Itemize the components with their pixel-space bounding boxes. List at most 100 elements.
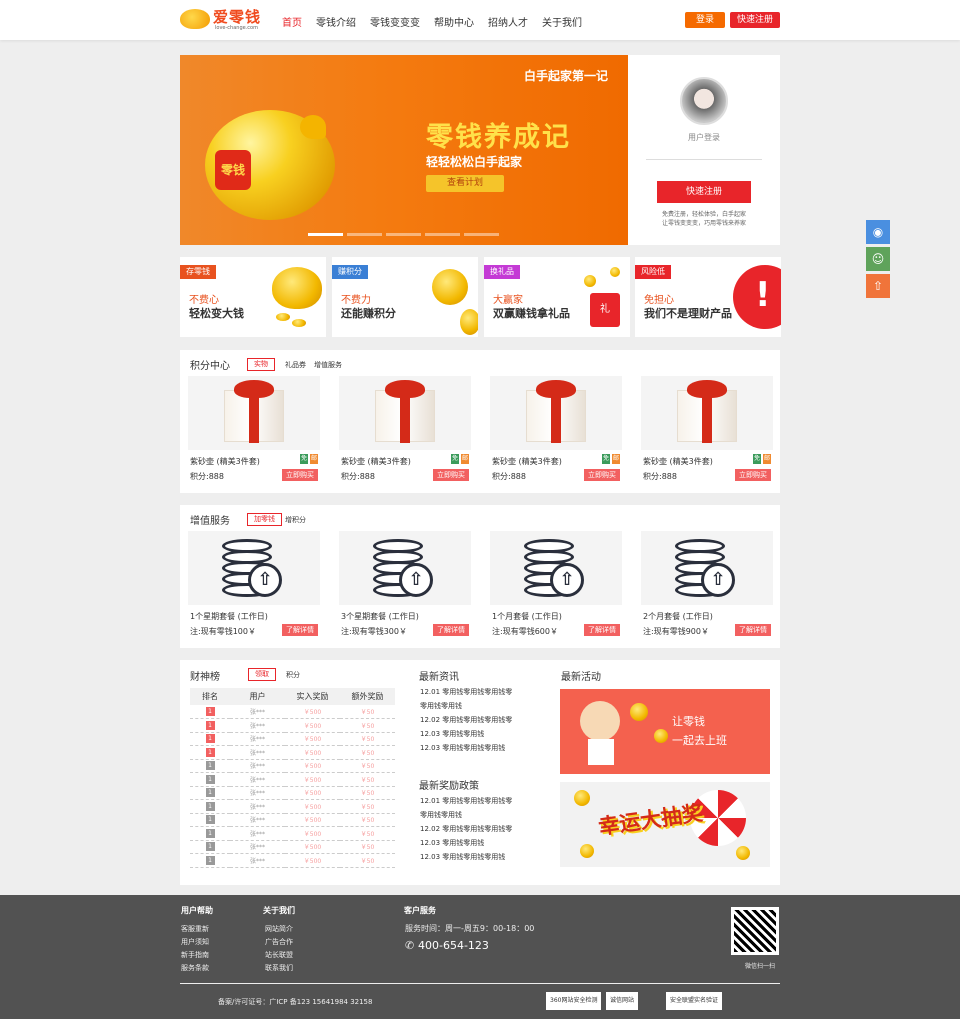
footer-link[interactable]: 站长联盟 — [265, 950, 293, 960]
carousel-dot[interactable] — [386, 233, 421, 236]
news-item[interactable]: 12.02 零用钱零用钱零用钱零 — [420, 713, 512, 727]
policy-item[interactable]: 12.01 零用钱零用钱零用钱零 — [420, 794, 512, 808]
activity-banner-work[interactable]: 让零钱 一起去上班 — [560, 689, 770, 774]
policy-item[interactable]: 12.02 零用钱零用钱零用钱零 — [420, 822, 512, 836]
carousel-dot[interactable] — [347, 233, 382, 236]
package-name[interactable]: 1个月套餐 (工作日) — [492, 611, 562, 622]
policy-item[interactable]: 12.03 零用钱零用钱 — [420, 836, 512, 850]
feature-card-risk[interactable]: 风险低 免担心 我们不是理财产品 ! — [635, 257, 781, 337]
nav-jobs[interactable]: 招纳人才 — [488, 14, 528, 29]
product-image[interactable] — [339, 376, 471, 450]
tab-add-points[interactable]: 增积分 — [285, 515, 306, 525]
news-item[interactable]: 12.03 零用钱零用钱零用钱 — [420, 741, 512, 755]
package-image[interactable]: ⇧ — [188, 531, 320, 605]
view-plan-button[interactable]: 查看计划 — [426, 175, 504, 192]
feature-card-save[interactable]: 存零钱 不费心 轻松变大钱 — [180, 257, 326, 337]
buy-now-button[interactable]: 立即购买 — [282, 469, 318, 481]
buy-now-button[interactable]: 立即购买 — [735, 469, 771, 481]
user-cell: 张*** — [230, 799, 285, 814]
carousel-dots — [308, 233, 499, 236]
tab-services[interactable]: 增值服务 — [314, 360, 342, 370]
table-row: 1 张*** ￥500 ￥50 — [190, 786, 395, 800]
news-item[interactable]: 12.01 零用钱零用钱零用钱零 — [420, 685, 512, 699]
feature-tag: 换礼品 — [484, 265, 520, 279]
reward-cell: ￥500 — [285, 799, 340, 814]
news-item[interactable]: 12.03 零用钱零用钱 — [420, 727, 512, 741]
extra-cell: ￥50 — [340, 759, 395, 773]
footer-link[interactable]: 广告合作 — [265, 937, 293, 947]
nav-intro[interactable]: 零钱介绍 — [316, 14, 356, 29]
policy-item[interactable]: 12.03 零用钱零用钱零用钱 — [420, 850, 512, 864]
nav-home[interactable]: 首页 — [282, 14, 302, 29]
package-name[interactable]: 1个星期套餐 (工作日) — [190, 611, 268, 622]
qq-icon[interactable]: ◉ — [866, 220, 890, 244]
feature-card-gift[interactable]: 换礼品 大赢家 双赢赚钱拿礼品 礼 — [484, 257, 630, 337]
footer-link[interactable]: 服务条款 — [181, 963, 209, 973]
icp-text: 备案/许可证号：广ICP 备123 15641984 32158 — [218, 998, 373, 1006]
product-image[interactable] — [188, 376, 320, 450]
wechat-qr-code[interactable] — [731, 907, 779, 955]
product-name[interactable]: 紫砂壶 (精美3件套) — [492, 456, 562, 467]
learn-more-button[interactable]: 了解详情 — [282, 624, 318, 636]
tab-coupons[interactable]: 礼品券 — [285, 360, 306, 370]
avatar[interactable] — [680, 77, 728, 125]
tab-claim[interactable]: 领取 — [248, 668, 276, 681]
feature-card-points[interactable]: 赚积分 不费力 还能赚积分 — [332, 257, 478, 337]
col-extra: 额外奖励 — [340, 688, 395, 705]
activity-banner-lottery[interactable]: 幸运大抽奖 — [560, 782, 770, 867]
product-name[interactable]: 紫砂壶 (精美3件套) — [341, 456, 411, 467]
tab-points[interactable]: 积分 — [286, 670, 300, 680]
shipping-badge: 邮 — [461, 454, 469, 464]
footer-link[interactable]: 用户须知 — [181, 937, 209, 947]
carousel-dot[interactable] — [425, 233, 460, 236]
security-seal-trust[interactable]: 诚信网站 — [606, 992, 639, 1010]
carousel-dot[interactable] — [308, 233, 343, 236]
product-image[interactable] — [641, 376, 773, 450]
package-image[interactable]: ⇧ — [490, 531, 622, 605]
package-image[interactable]: ⇧ — [339, 531, 471, 605]
nav-about[interactable]: 关于我们 — [542, 14, 582, 29]
footer-link[interactable]: 联系我们 — [265, 963, 293, 973]
user-cell: 张*** — [230, 840, 285, 854]
news-item[interactable]: 零用钱零用钱 — [420, 699, 512, 713]
user-login-label[interactable]: 用户登录 — [628, 132, 780, 143]
security-seal-alliance[interactable]: 安全联盟实名验证 — [666, 992, 723, 1010]
buy-now-button[interactable]: 立即购买 — [433, 469, 469, 481]
hero-banner[interactable]: 白手起家第一记 零钱 零钱养成记 轻轻松松白手起家 查看计划 — [180, 55, 628, 245]
learn-more-button[interactable]: 了解详情 — [433, 624, 469, 636]
product-name[interactable]: 紫砂壶 (精美3件套) — [643, 456, 713, 467]
user-icon[interactable]: ☺ — [866, 247, 890, 271]
security-seal-360[interactable]: 360网站安全检测 — [546, 992, 602, 1010]
extra-cell: ￥50 — [340, 718, 395, 733]
footer-link[interactable]: 客服重新 — [181, 924, 209, 934]
tab-physical[interactable]: 实物 — [247, 358, 275, 371]
user-cell: 张*** — [230, 786, 285, 800]
rank-badge: 1 — [205, 761, 215, 771]
package-name[interactable]: 3个星期套餐 (工作日) — [341, 611, 419, 622]
rank-cell: 1 — [190, 705, 230, 719]
nav-change[interactable]: 零钱变变变 — [370, 14, 420, 29]
cartoon-character-image — [580, 701, 620, 741]
carousel-dot[interactable] — [464, 233, 499, 236]
nav-help[interactable]: 帮助中心 — [434, 14, 474, 29]
logo[interactable]: 爱零钱 love-change.com — [180, 6, 264, 34]
product-name[interactable]: 紫砂壶 (精美3件套) — [190, 456, 260, 467]
feature-line2: 双赢赚钱拿礼品 — [493, 307, 570, 320]
footer-link[interactable]: 网站简介 — [265, 924, 293, 934]
quick-register-button[interactable]: 快速注册 — [657, 181, 751, 203]
back-to-top-icon[interactable]: ⇧ — [866, 274, 890, 298]
buy-now-button[interactable]: 立即购买 — [584, 469, 620, 481]
policy-item[interactable]: 零用钱零用钱 — [420, 808, 512, 822]
package-note: 注:现有零钱900￥ — [643, 627, 709, 636]
tab-add-change[interactable]: 加零钱 — [247, 513, 282, 526]
package-image[interactable]: ⇧ — [641, 531, 773, 605]
learn-more-button[interactable]: 了解详情 — [735, 624, 771, 636]
rank-badge: 1 — [205, 815, 215, 825]
footer-link[interactable]: 新手指南 — [181, 950, 209, 960]
service-phone[interactable]: 400-654-123 — [418, 939, 489, 952]
learn-more-button[interactable]: 了解详情 — [584, 624, 620, 636]
package-name[interactable]: 2个月套餐 (工作日) — [643, 611, 713, 622]
login-button[interactable]: 登录 — [685, 12, 725, 28]
register-button[interactable]: 快速注册 — [730, 12, 780, 28]
product-image[interactable] — [490, 376, 622, 450]
